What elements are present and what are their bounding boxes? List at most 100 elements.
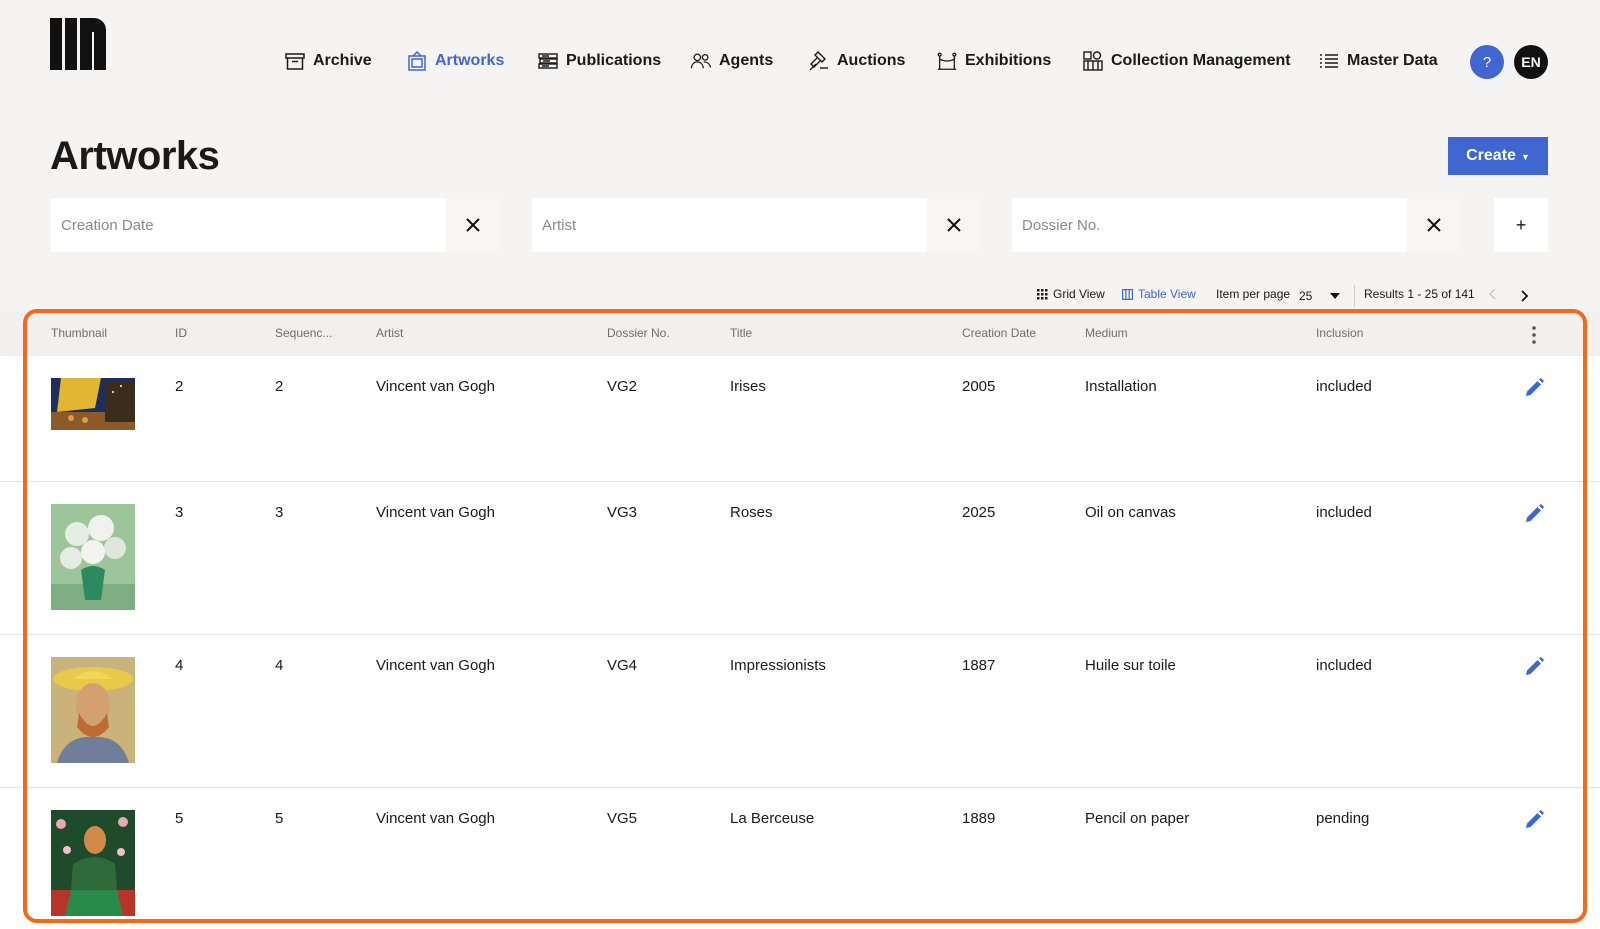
creation-date-input[interactable] bbox=[51, 198, 446, 252]
nav-item-archive[interactable]: Archive bbox=[284, 44, 372, 78]
table-row[interactable]: 3 3 Vincent van Gogh VG3 Roses 2025 Oil … bbox=[0, 482, 1600, 635]
clear-artist-button[interactable] bbox=[927, 198, 981, 252]
cell-sequence: 2 bbox=[275, 378, 284, 395]
cell-sequence: 3 bbox=[275, 504, 284, 521]
col-inclusion[interactable]: Inclusion bbox=[1316, 326, 1363, 340]
filter-creation-date bbox=[51, 198, 500, 252]
edit-pencil-icon[interactable] bbox=[1524, 657, 1544, 679]
list-icon bbox=[1320, 54, 1338, 68]
exhibition-icon bbox=[937, 52, 957, 70]
nav-item-exhibitions[interactable]: Exhibitions bbox=[936, 44, 1051, 78]
app-logo[interactable] bbox=[50, 18, 106, 70]
nav-label: Auctions bbox=[837, 52, 906, 69]
col-dossier[interactable]: Dossier No. bbox=[607, 326, 670, 340]
cell-id: 3 bbox=[175, 504, 184, 521]
artwork-thumbnail[interactable] bbox=[51, 810, 135, 916]
col-id[interactable]: ID bbox=[175, 326, 187, 340]
cell-medium: Huile sur toile bbox=[1085, 657, 1176, 674]
col-medium[interactable]: Medium bbox=[1085, 326, 1128, 340]
table-view-button[interactable]: Table View bbox=[1122, 284, 1196, 304]
grid-view-label: Grid View bbox=[1053, 287, 1105, 301]
grid-view-button[interactable]: Grid View bbox=[1037, 284, 1105, 304]
cell-inclusion: pending bbox=[1316, 810, 1370, 827]
table-row[interactable]: 2 2 Vincent van Gogh VG2 Irises 2005 Ins… bbox=[0, 356, 1600, 482]
prev-page-button[interactable] bbox=[1488, 284, 1501, 304]
cell-medium: Pencil on paper bbox=[1085, 810, 1190, 827]
gavel-icon bbox=[809, 51, 828, 71]
cell-creation-date: 2005 bbox=[962, 378, 996, 395]
cell-dossier: VG2 bbox=[607, 378, 638, 395]
next-page-button[interactable] bbox=[1521, 286, 1534, 306]
cell-creation-date: 1887 bbox=[962, 657, 996, 674]
col-thumbnail[interactable]: Thumbnail bbox=[51, 326, 107, 340]
cell-id: 5 bbox=[175, 810, 184, 827]
cell-dossier: VG5 bbox=[607, 810, 638, 827]
nav-item-auctions[interactable]: Auctions bbox=[808, 44, 905, 78]
artwork-frame-icon bbox=[408, 50, 426, 71]
nav-item-master-data[interactable]: Master Data bbox=[1318, 44, 1438, 78]
cell-sequence: 5 bbox=[275, 810, 284, 827]
artworks-table: Thumbnail ID Sequenc... Artist Dossier N… bbox=[0, 312, 1600, 929]
dossier-input[interactable] bbox=[1012, 198, 1407, 252]
toolbar-divider bbox=[1354, 285, 1355, 307]
nav-item-publications[interactable]: Publications bbox=[537, 44, 661, 78]
nav-item-agents[interactable]: Agents bbox=[690, 44, 773, 78]
col-sequence[interactable]: Sequenc... bbox=[275, 326, 332, 340]
table-row[interactable]: 5 5 Vincent van Gogh VG5 La Berceuse 188… bbox=[0, 788, 1600, 929]
grid-icon bbox=[1037, 288, 1048, 299]
edit-pencil-icon[interactable] bbox=[1524, 810, 1544, 832]
chevron-left-icon bbox=[1488, 288, 1496, 300]
language-button[interactable]: EN bbox=[1514, 45, 1548, 79]
cell-artist: Vincent van Gogh bbox=[376, 810, 495, 827]
cell-title: Roses bbox=[730, 504, 773, 521]
edit-pencil-icon[interactable] bbox=[1524, 378, 1544, 400]
cell-medium: Installation bbox=[1085, 378, 1157, 395]
table-icon bbox=[1122, 288, 1133, 300]
table-row[interactable]: 4 4 Vincent van Gogh VG4 Impressionists … bbox=[0, 635, 1600, 788]
cell-id: 4 bbox=[175, 657, 184, 674]
table-view-label: Table View bbox=[1138, 287, 1196, 301]
clear-dossier-button[interactable] bbox=[1407, 198, 1461, 252]
chevron-right-icon bbox=[1521, 290, 1529, 302]
per-page-value: 25 bbox=[1299, 289, 1313, 303]
artwork-thumbnail[interactable] bbox=[51, 378, 135, 430]
filter-artist bbox=[532, 198, 981, 252]
cell-title: Impressionists bbox=[730, 657, 826, 674]
cell-title: La Berceuse bbox=[730, 810, 815, 827]
col-creation-date[interactable]: Creation Date bbox=[962, 326, 1036, 340]
add-filter-button[interactable]: + bbox=[1494, 198, 1548, 252]
cell-artist: Vincent van Gogh bbox=[376, 378, 495, 395]
column-options-icon[interactable] bbox=[1532, 326, 1536, 344]
clear-creation-date-button[interactable] bbox=[446, 198, 500, 252]
cell-artist: Vincent van Gogh bbox=[376, 657, 495, 674]
caret-down-icon bbox=[1330, 293, 1341, 299]
edit-pencil-icon[interactable] bbox=[1524, 504, 1544, 526]
col-artist[interactable]: Artist bbox=[376, 326, 403, 340]
create-button[interactable]: Create ▼ bbox=[1448, 137, 1548, 175]
caret-down-icon: ▼ bbox=[1520, 152, 1530, 162]
nav-label: Exhibitions bbox=[965, 52, 1052, 69]
cell-creation-date: 1889 bbox=[962, 810, 996, 827]
artist-input[interactable] bbox=[532, 198, 927, 252]
books-icon bbox=[538, 53, 558, 69]
cell-inclusion: included bbox=[1316, 504, 1372, 521]
close-icon bbox=[466, 218, 480, 232]
nav-item-collection-management[interactable]: Collection Management bbox=[1082, 44, 1291, 78]
archive-box-icon bbox=[285, 53, 305, 70]
collection-icon bbox=[1083, 51, 1103, 71]
artwork-thumbnail[interactable] bbox=[51, 657, 135, 763]
artwork-thumbnail[interactable] bbox=[51, 504, 135, 610]
cell-dossier: VG3 bbox=[607, 504, 638, 521]
table-header: Thumbnail ID Sequenc... Artist Dossier N… bbox=[0, 312, 1600, 356]
cell-artist: Vincent van Gogh bbox=[376, 504, 495, 521]
page-title: Artworks bbox=[50, 134, 220, 178]
cell-medium: Oil on canvas bbox=[1085, 504, 1176, 521]
cell-inclusion: included bbox=[1316, 378, 1372, 395]
col-title[interactable]: Title bbox=[730, 326, 752, 340]
help-button[interactable]: ? bbox=[1470, 45, 1504, 79]
nav-item-artworks[interactable]: Artworks bbox=[406, 44, 504, 78]
cell-dossier: VG4 bbox=[607, 657, 638, 674]
items-per-page-select[interactable]: 25 bbox=[1299, 286, 1345, 306]
filter-dossier bbox=[1012, 198, 1461, 252]
items-per-page-label: Item per page bbox=[1216, 287, 1291, 301]
